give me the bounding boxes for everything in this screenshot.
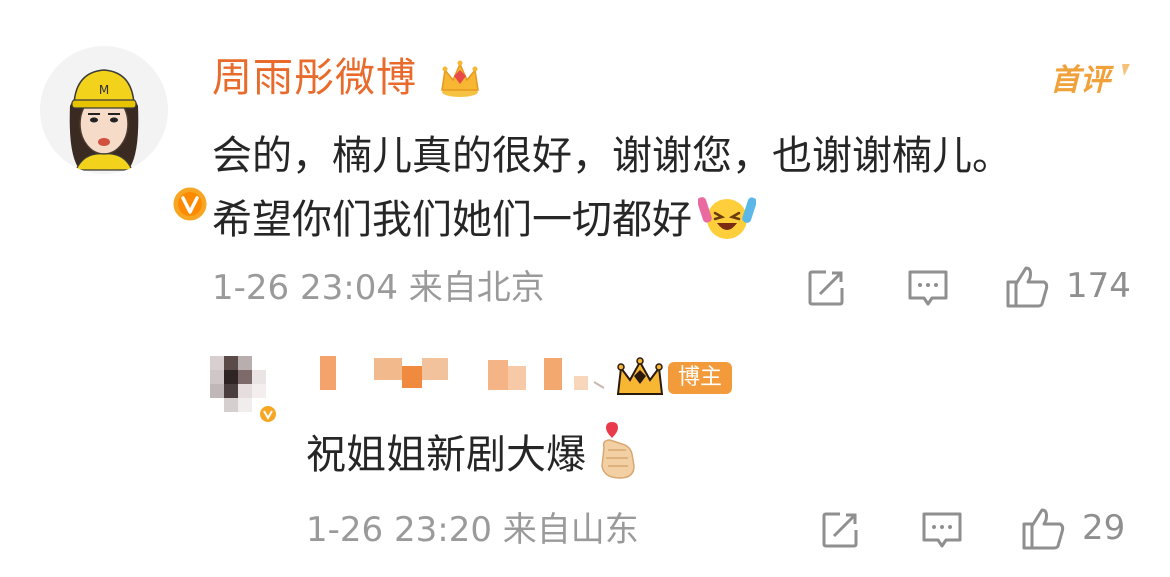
thumbs-up-icon	[1006, 266, 1049, 308]
share-icon	[822, 512, 858, 548]
reply-meta: 1-26 23:20 来自山东	[306, 508, 639, 552]
thumbs-up-icon	[1022, 508, 1065, 550]
like-button[interactable]: 174	[1004, 262, 1131, 310]
comment-time: 23:04	[299, 268, 398, 308]
comment-date: 1-26	[212, 268, 290, 308]
svg-text:M: M	[99, 83, 109, 97]
reply-body: 祝姐姐新剧大爆	[306, 420, 640, 485]
first-comment-label: 首评	[1050, 63, 1115, 98]
comment-icon	[922, 512, 962, 548]
comment-meta: 1-26 23:04 来自北京	[212, 266, 545, 310]
reply-like-button[interactable]: 29	[1020, 504, 1125, 552]
reply-text: 祝姐姐新剧大爆	[306, 432, 586, 478]
comment-text-line: 希望你们我们她们一切都好	[212, 197, 692, 243]
username[interactable]: 周雨彤微博	[212, 52, 417, 104]
laughing-tears-emoji	[698, 197, 756, 239]
comment-icon	[908, 270, 948, 306]
comment-text-line: 会的，楠儿真的很好，谢谢您，也谢谢楠儿。	[212, 133, 1012, 179]
reply-comment-button[interactable]	[920, 510, 964, 550]
comment-text-line-2: 希望你们我们她们一切都好	[212, 188, 1132, 252]
crown-icon	[441, 60, 479, 97]
reply-username-blurred[interactable]	[312, 352, 612, 396]
comment-location: 来自北京	[408, 268, 545, 308]
blogger-badge: 博主	[668, 362, 733, 394]
finger-heart-emoji	[601, 422, 635, 479]
avatar-illustration: M	[40, 46, 168, 174]
first-comment-badge: 首评	[1050, 63, 1130, 98]
reply-avatar[interactable]	[206, 352, 282, 428]
reply-like-count: 29	[1082, 508, 1126, 548]
verified-v-icon	[170, 184, 210, 224]
reply-button[interactable]	[906, 268, 950, 308]
avatar[interactable]: M	[40, 46, 210, 224]
reply-share-button[interactable]	[820, 510, 860, 550]
reply-location: 来自山东	[502, 510, 639, 550]
like-count: 174	[1066, 266, 1131, 306]
share-button[interactable]	[806, 268, 846, 308]
comment-item: M 周雨彤微博 首评 会的，楠儿真的很好，谢谢您，也谢谢楠儿。 希望你们我们她们…	[0, 0, 1170, 320]
crown-icon	[616, 357, 664, 395]
share-icon	[808, 270, 844, 306]
comment-body: 会的，楠儿真的很好，谢谢您，也谢谢楠儿。 希望你们我们她们一切都好	[212, 124, 1132, 252]
reply-date: 1-26	[306, 510, 384, 550]
reply-time: 23:20	[393, 510, 492, 550]
